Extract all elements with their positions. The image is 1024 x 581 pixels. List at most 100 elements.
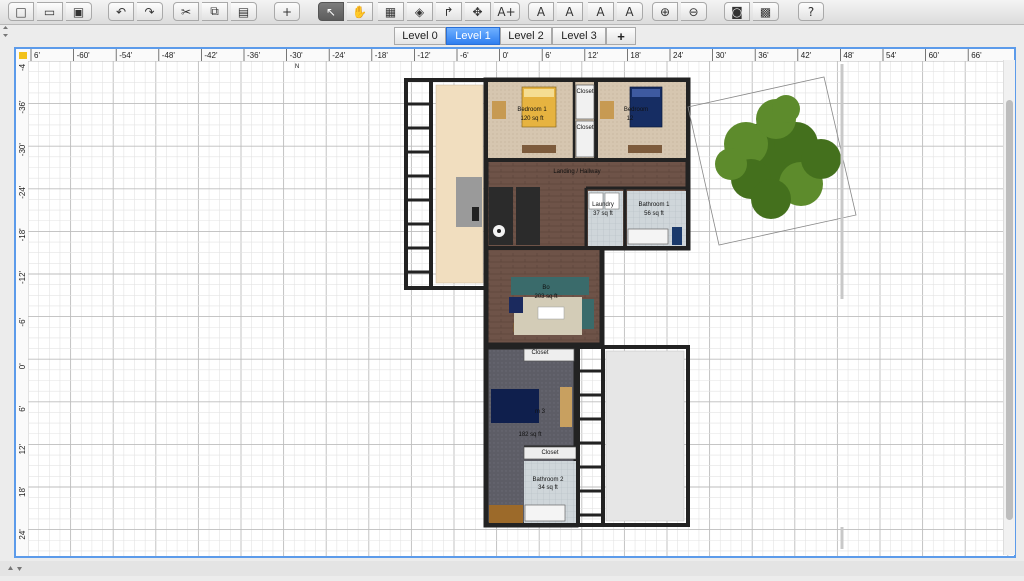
ruler-top-label: 66' — [971, 51, 982, 60]
ruler-top-label: -18' — [375, 51, 389, 60]
closet-label-bath: Closet — [541, 450, 558, 456]
redo-button[interactable]: ↷ — [137, 2, 163, 21]
ruler-top-label: 42' — [801, 51, 812, 60]
tree-foliage — [772, 95, 800, 123]
ruler-top-label: -36' — [247, 51, 261, 60]
splitter-handle[interactable] — [0, 25, 12, 565]
room-label-bathroom-2: Bathroom 2 — [532, 477, 564, 483]
room-area-bathroom-2: 34 sq ft — [538, 485, 558, 491]
text-bold-button[interactable]: A — [588, 2, 614, 21]
ruler-top-label: -24' — [332, 51, 346, 60]
tab-level-0[interactable]: Level 0 — [394, 27, 446, 45]
ruler-top-label: 54' — [886, 51, 897, 60]
ruler-left-label: -24' — [18, 185, 27, 199]
new-home-button[interactable]: □ — [8, 2, 34, 21]
ruler-left-label: 0' — [18, 363, 27, 369]
room-label-bedroom-2: Bedroom — [624, 107, 648, 113]
ruler-top-label: 24' — [673, 51, 684, 60]
terrace-right[interactable] — [576, 345, 690, 527]
room-label-bedroom-1: Bedroom 1 — [517, 107, 547, 113]
room-area-bedroom-1: 120 sq ft — [520, 116, 543, 122]
ruler-top-label: -48' — [162, 51, 176, 60]
create-rooms-button[interactable]: ◈ — [407, 2, 433, 21]
ruler-left-label: -18' — [18, 228, 27, 242]
pan-mode-button[interactable]: ✋ — [347, 2, 373, 21]
ruler-top-label: 30' — [716, 51, 727, 60]
tab-level-2[interactable]: Level 2 — [500, 27, 552, 45]
open-button[interactable]: ▭ — [37, 2, 63, 21]
bottom-bar — [0, 561, 1024, 576]
room-area-bedroom-3: 182 sq ft — [518, 432, 541, 438]
ruler-left-label: 6' — [18, 405, 27, 411]
closet-label-middle: Closet — [576, 125, 593, 131]
zoom-in-button[interactable]: ⊕ — [652, 2, 678, 21]
paste-button[interactable]: ▤ — [231, 2, 257, 21]
add-furniture-button[interactable]: + — [274, 2, 300, 21]
text-style-2-button[interactable]: A — [557, 2, 583, 21]
room-label-landing: Landing / Hallway — [553, 169, 600, 175]
ruler-left-label: 12' — [18, 444, 27, 455]
tree-foliage — [751, 179, 791, 219]
zoom-out-button[interactable]: ⊖ — [681, 2, 707, 21]
tree-object[interactable] — [687, 76, 857, 246]
ruler-left-label: 18' — [18, 486, 27, 497]
cut-button[interactable]: ✂ — [173, 2, 199, 21]
undo-button[interactable]: ↶ — [108, 2, 134, 21]
room-label-living: Bo — [542, 285, 550, 291]
room-label-laundry: Laundry — [592, 202, 614, 208]
tab-level-1[interactable]: Level 1 — [446, 27, 500, 45]
ruler-top-label: 12' — [588, 51, 599, 60]
create-walls-button[interactable]: ▦ — [378, 2, 404, 21]
tree-foliage — [715, 148, 747, 180]
vertical-scroll-thumb[interactable] — [1006, 100, 1013, 520]
ruler-left-label: -4 — [18, 63, 27, 71]
text-italic-button[interactable]: A — [617, 2, 643, 21]
ruler-top-label: 48' — [843, 51, 854, 60]
vertical-ruler — [16, 49, 28, 556]
ruler-top-label: 36' — [758, 51, 769, 60]
ruler-left-label: 24' — [18, 529, 27, 540]
ruler-left-label: -12' — [18, 270, 27, 284]
room-area-laundry: 37 sq ft — [593, 211, 613, 217]
closet-label-upper: Closet — [576, 89, 593, 95]
room-label-bedroom-3: m 3 — [535, 409, 546, 415]
main-toolbar: □ ▭ ▣ ↶ ↷ ✂ ⧉ ▤ + ↖ ✋ ▦ ◈ ↱ ✥ A+ A A A A ⊕ ⊖ ◙ ▩? — [0, 0, 1024, 25]
create-photo-button[interactable]: ◙ — [724, 2, 750, 21]
create-dimensions-button[interactable]: ✥ — [465, 2, 491, 21]
splitter-arrows-icon[interactable] — [0, 561, 30, 576]
plan-view[interactable]: 6' -60' -54' -48' -42' -36' -30' -24' -18' -12' -6… — [14, 47, 1016, 558]
ruler-top-label: 18' — [630, 51, 641, 60]
north-marker: N — [295, 64, 299, 70]
copy-button[interactable]: ⧉ — [202, 2, 228, 21]
closet-label-lower: Closet — [531, 350, 548, 356]
ruler-top-label: 60' — [929, 51, 940, 60]
add-level-button[interactable]: + — [606, 27, 636, 45]
ruler-top-label: 6' — [545, 51, 551, 60]
plan-canvas[interactable]: 6' -60' -54' -48' -42' -36' -30' -24' -18' -12' -6… — [16, 49, 1016, 558]
help-button[interactable]: ? — [798, 2, 824, 21]
create-video-button[interactable]: ▩ — [753, 2, 779, 21]
ruler-left-label: -6' — [18, 317, 27, 326]
text-style-1-button[interactable]: A — [528, 2, 554, 21]
room-area-bathroom-1: 56 sq ft — [644, 211, 664, 217]
create-polylines-button[interactable]: ↱ — [436, 2, 462, 21]
ruler-top-label: -60' — [77, 51, 91, 60]
tab-level-3[interactable]: Level 3 — [552, 27, 606, 45]
select-mode-button[interactable]: ↖ — [318, 2, 344, 21]
ruler-corner-marker — [19, 52, 27, 59]
room-label-bathroom-1: Bathroom 1 — [638, 202, 670, 208]
ruler-top-label: 0' — [503, 51, 509, 60]
vertical-scrollbar[interactable] — [1003, 60, 1015, 555]
add-text-button[interactable]: A+ — [494, 2, 520, 21]
ruler-top-label: -6' — [460, 51, 469, 60]
ruler-top-label: -30' — [290, 51, 304, 60]
room-area-living: 203 sq ft — [534, 294, 557, 300]
save-button[interactable]: ▣ — [66, 2, 92, 21]
terrace-left[interactable] — [404, 78, 488, 290]
room-area-bedroom-2: 12 — [627, 116, 634, 122]
ruler-top-label: 6' — [34, 51, 40, 60]
level-tabs: Level 0 Level 1 Level 2 Level 3 + — [0, 25, 1024, 47]
ruler-top-label: -42' — [204, 51, 218, 60]
ruler-left-label: -30' — [18, 143, 27, 157]
tree-foliage — [801, 139, 841, 179]
